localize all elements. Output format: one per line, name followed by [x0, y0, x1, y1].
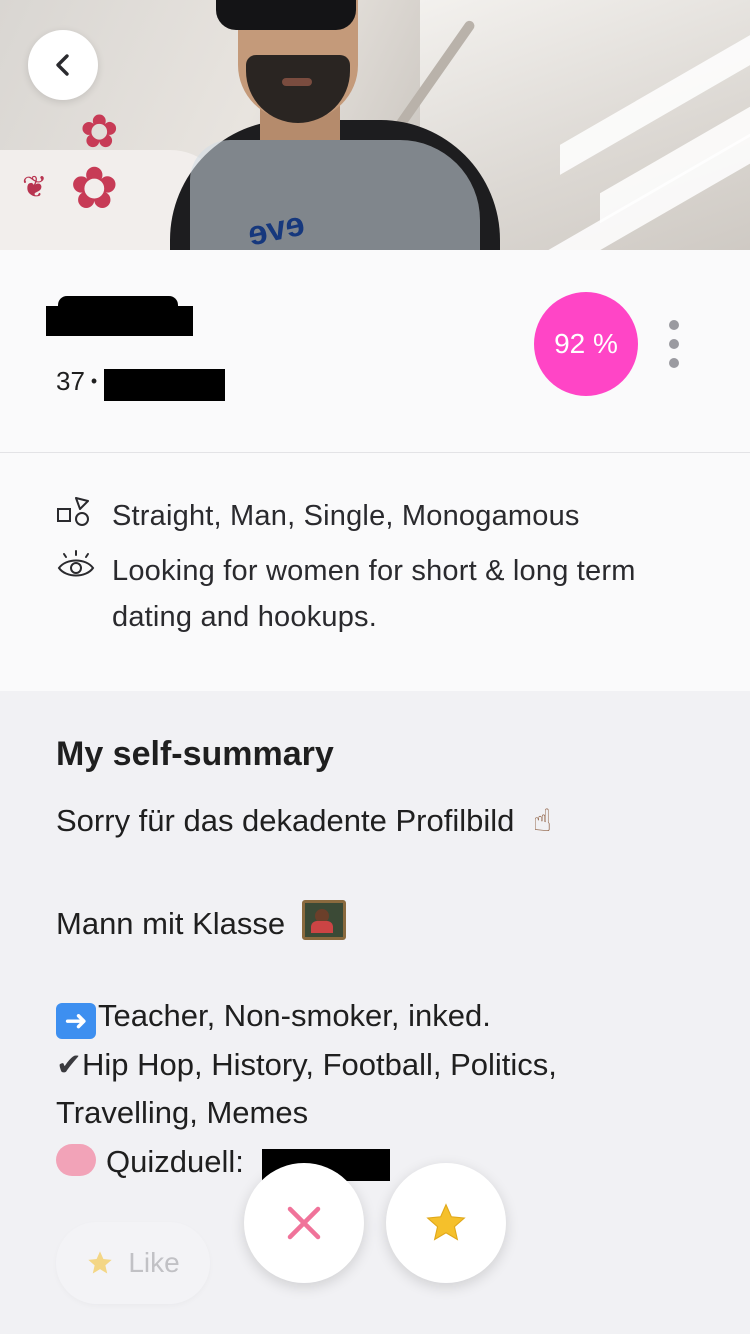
summary-line-text: Travelling, Memes — [56, 1095, 309, 1130]
self-summary-title: My self-summary — [56, 735, 334, 773]
looking-for-text-line1: Looking for women for short & long term — [112, 555, 636, 587]
teacher-emoji-icon — [301, 900, 346, 940]
match-percentage-badge[interactable]: 92 % — [534, 292, 638, 396]
identity-text: Straight, Man, Single, Monogamous — [112, 500, 580, 532]
superlike-button[interactable] — [386, 1163, 506, 1283]
more-vertical-icon — [669, 320, 679, 330]
like-label: Like — [128, 1247, 180, 1278]
separator-dot: • — [90, 371, 98, 391]
pointing-up-emoji-icon: ☝ — [532, 803, 552, 839]
photo-person-mouth — [282, 78, 312, 86]
more-vertical-icon — [669, 339, 679, 349]
summary-line: Travelling, Memes — [56, 1095, 308, 1131]
identity-row: Straight, Man, Single, Monogamous — [56, 493, 580, 539]
profile-header — [0, 250, 750, 453]
check-mark-emoji-icon: ✔ — [56, 1047, 82, 1083]
profile-photo[interactable]: ✿ ✿ ❦ eve — [0, 0, 750, 250]
summary-line: Mann mit Klasse — [56, 900, 346, 942]
looking-for-row: Looking for women for short & long term … — [56, 548, 636, 640]
age-text: 37 — [56, 366, 85, 396]
summary-line: Quizduell: — [56, 1144, 244, 1180]
photo-leaf: ❦ — [22, 171, 48, 204]
location-redaction — [104, 369, 225, 401]
eye-icon — [57, 550, 95, 577]
photo-flower: ✿ — [70, 156, 119, 221]
close-icon — [287, 1206, 321, 1240]
age-location: 37 • — [56, 366, 97, 397]
brain-emoji-icon — [56, 1144, 96, 1176]
name-redaction — [46, 306, 193, 336]
summary-line-text: Hip Hop, History, Football, Politics, — [81, 1047, 557, 1082]
summary-line-text: Mann mit Klasse — [56, 906, 286, 941]
summary-line: Sorry für das dekadente Profilbild ☝ — [56, 803, 552, 839]
summary-line: ➜ Teacher, Non-smoker, inked. — [56, 998, 491, 1039]
summary-line-text: Teacher, Non-smoker, inked. — [98, 998, 491, 1033]
star-icon — [88, 1251, 112, 1274]
looking-for-text-line2: dating and hookups. — [112, 601, 378, 633]
chevron-left-icon — [56, 54, 69, 76]
photo-person-beanie — [216, 0, 356, 30]
right-arrow-emoji-icon: ➜ — [56, 1003, 96, 1039]
summary-line-text: Sorry für das dekadente Profilbild — [56, 803, 515, 838]
like-button[interactable]: Like — [56, 1222, 210, 1304]
star-icon — [426, 1203, 466, 1241]
shapes-icon — [57, 497, 89, 526]
more-vertical-icon — [669, 358, 679, 368]
summary-line: ✔Hip Hop, History, Football, Politics, — [56, 1047, 557, 1083]
more-options-button[interactable] — [660, 320, 688, 368]
photo-flower: ✿ — [80, 105, 119, 157]
pass-button[interactable] — [244, 1163, 364, 1283]
photo-plastic-bag — [190, 140, 480, 250]
back-button[interactable] — [28, 30, 98, 100]
summary-line-text: Quizduell: — [106, 1144, 244, 1179]
